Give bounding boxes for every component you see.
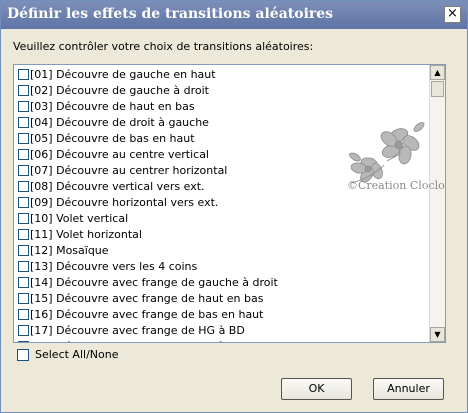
transition-list-rows: [01] Découvre de gauche en haut [02] Déco… xyxy=(14,67,430,342)
transition-label: [16] Découvre avec frange de bas en haut xyxy=(30,308,264,321)
scroll-down-button[interactable]: ▼ xyxy=(430,327,445,342)
transition-label: [12] Mosaïque xyxy=(30,244,109,257)
transition-list-item[interactable]: [01] Découvre de gauche en haut xyxy=(14,67,430,83)
dialog-window: Définir les effets de transitions aléato… xyxy=(0,0,468,413)
scroll-up-button[interactable]: ▲ xyxy=(430,65,445,80)
transition-checkbox[interactable] xyxy=(18,101,29,112)
transition-label: [10] Volet vertical xyxy=(30,212,129,225)
transition-list-item[interactable]: [13] Découvre vers les 4 coins xyxy=(14,259,430,275)
select-all-label: Select All/None xyxy=(35,348,119,361)
transition-label: [14] Découvre avec frange de gauche à dr… xyxy=(30,276,278,289)
close-button[interactable]: × xyxy=(444,6,461,23)
transition-list[interactable]: [01] Découvre de gauche en haut [02] Déco… xyxy=(13,64,446,343)
ok-button[interactable]: OK xyxy=(281,378,352,400)
transition-checkbox[interactable] xyxy=(18,213,29,224)
transition-label: [06] Découvre au centre vertical xyxy=(30,148,209,161)
select-all-checkbox[interactable] xyxy=(17,349,29,361)
transition-list-item[interactable]: [11] Volet horizontal xyxy=(14,227,430,243)
transition-label: [03] Découvre de haut en bas xyxy=(30,100,195,113)
transition-label: [07] Découvre au centrer horizontal xyxy=(30,164,228,177)
transition-label: [04] Découvre de droit à gauche xyxy=(30,116,209,129)
transition-checkbox[interactable] xyxy=(18,341,29,342)
transition-label: [02] Découvre de gauche à droit xyxy=(30,84,209,97)
transition-label: [09] Découvre horizontal vers ext. xyxy=(30,196,219,209)
instruction-label: Veuillez contrôler votre choix de transi… xyxy=(13,40,314,53)
transition-label: [01] Découvre de gauche en haut xyxy=(30,68,216,81)
list-scrollbar[interactable]: ▲ ▼ xyxy=(429,65,445,342)
scroll-up-icon: ▲ xyxy=(434,68,441,77)
transition-checkbox[interactable] xyxy=(18,261,29,272)
transition-checkbox[interactable] xyxy=(18,149,29,160)
transition-checkbox[interactable] xyxy=(18,197,29,208)
transition-list-item[interactable]: [10] Volet vertical xyxy=(14,211,430,227)
title-bar[interactable]: Définir les effets de transitions aléato… xyxy=(1,1,467,29)
transition-checkbox[interactable] xyxy=(18,181,29,192)
transition-label: [17] Découvre avec frange de HG à BD xyxy=(30,324,245,337)
transition-checkbox[interactable] xyxy=(18,229,29,240)
transition-label: [08] Découvre vertical vers ext. xyxy=(30,180,205,193)
transition-list-item[interactable]: [12] Mosaïque xyxy=(14,243,430,259)
close-icon: × xyxy=(447,6,458,21)
cancel-button[interactable]: Annuler xyxy=(373,378,444,400)
transition-list-item[interactable]: [16] Découvre avec frange de bas en haut xyxy=(14,307,430,323)
transition-checkbox[interactable] xyxy=(18,117,29,128)
transition-label: [05] Découvre de bas en haut xyxy=(30,132,195,145)
transition-checkbox[interactable] xyxy=(18,277,29,288)
transition-list-item[interactable]: [17] Découvre avec frange de HG à BD xyxy=(14,323,430,339)
transition-list-item[interactable]: [15] Découvre avec frange de haut en bas xyxy=(14,291,430,307)
transition-checkbox[interactable] xyxy=(18,165,29,176)
transition-checkbox[interactable] xyxy=(18,85,29,96)
transition-list-item[interactable]: [02] Découvre de gauche à droit xyxy=(14,83,430,99)
transition-checkbox[interactable] xyxy=(18,245,29,256)
transition-label: [11] Volet horizontal xyxy=(30,228,142,241)
scroll-down-icon: ▼ xyxy=(434,330,441,339)
transition-list-item[interactable]: [18] Découvre avec frange de HD à BG xyxy=(14,339,430,342)
transition-label: [15] Découvre avec frange de haut en bas xyxy=(30,292,264,305)
transition-label: [13] Découvre vers les 4 coins xyxy=(30,260,198,273)
transition-checkbox[interactable] xyxy=(18,293,29,304)
transition-checkbox[interactable] xyxy=(18,69,29,80)
window-title: Définir les effets de transitions aléato… xyxy=(7,6,334,22)
watermark-text: ©Creation Cloclo xyxy=(347,179,445,192)
transition-checkbox[interactable] xyxy=(18,325,29,336)
transition-label: [18] Découvre avec frange de HD à BG xyxy=(30,340,245,342)
transition-checkbox[interactable] xyxy=(18,133,29,144)
transition-list-item[interactable]: [14] Découvre avec frange de gauche à dr… xyxy=(14,275,430,291)
transition-checkbox[interactable] xyxy=(18,309,29,320)
scroll-thumb[interactable] xyxy=(431,81,444,97)
